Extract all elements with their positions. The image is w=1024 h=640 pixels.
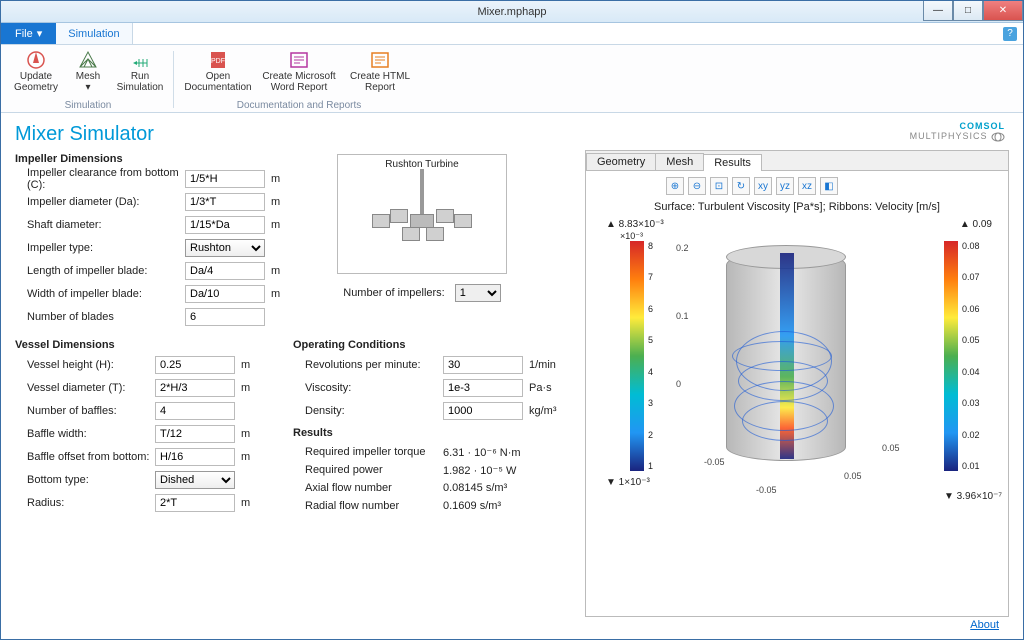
ribbon-group-simulation: Update Geometry Mesh▾ Run Simulation Sim… [7, 47, 169, 112]
svg-text:PDF: PDF [211, 58, 225, 65]
result-tabs: Geometry Mesh Results [586, 151, 1008, 171]
parameters-panel: Impeller Dimensions Impeller clearance f… [15, 150, 575, 617]
word-icon [288, 49, 310, 71]
camera-icon[interactable]: ◧ [820, 177, 838, 195]
zoom-in-icon[interactable]: ⊕ [666, 177, 684, 195]
titlebar: Mixer.mphapp — □ ✕ [1, 1, 1023, 23]
app-window: Mixer.mphapp — □ ✕ File ▾ Simulation ? U… [0, 0, 1024, 640]
impeller-diameter-input[interactable] [185, 193, 265, 211]
pdf-icon: PDF [207, 49, 229, 71]
bottom-type-select[interactable]: Dished [155, 471, 235, 489]
blade-length-input[interactable] [185, 262, 265, 280]
compass-icon [25, 49, 47, 71]
vessel-height-input[interactable] [155, 356, 235, 374]
baffle-offset-input[interactable] [155, 448, 235, 466]
impeller-heading: Impeller Dimensions [15, 153, 315, 165]
ribbon: Update Geometry Mesh▾ Run Simulation Sim… [1, 45, 1023, 113]
colorbar-velocity: 0.080.070.060.050.040.030.020.01 [944, 241, 958, 471]
file-menu[interactable]: File ▾ [1, 23, 56, 44]
baffle-width-input[interactable] [155, 425, 235, 443]
word-report-button[interactable]: Create Microsoft Word Report [256, 47, 342, 95]
plot-title: Surface: Turbulent Viscosity [Pa*s]; Rib… [586, 201, 1008, 213]
viscosity-input[interactable] [443, 379, 523, 397]
num-blades-input[interactable] [185, 308, 265, 326]
radial-value: 0.1609 s/m³ [443, 500, 501, 512]
view-xy-icon[interactable]: xy [754, 177, 772, 195]
vessel-diameter-input[interactable] [155, 379, 235, 397]
axial-value: 0.08145 s/m³ [443, 482, 507, 494]
minimize-button[interactable]: — [923, 1, 953, 21]
operating-heading: Operating Conditions [293, 339, 573, 351]
update-geometry-button[interactable]: Update Geometry [11, 47, 61, 95]
tab-geometry[interactable]: Geometry [586, 153, 656, 170]
maximize-button[interactable]: □ [953, 1, 983, 21]
vessel-heading: Vessel Dimensions [15, 339, 275, 351]
footer: About [15, 617, 1009, 633]
window-title: Mixer.mphapp [477, 6, 546, 18]
html-report-button[interactable]: Create HTML Report [344, 47, 416, 95]
run-icon [129, 49, 151, 71]
torque-value: 6.31 · 10⁻⁶ N·m [443, 446, 521, 459]
impeller-diagram: Rushton Turbine [337, 154, 507, 274]
view-xz-icon[interactable]: xz [798, 177, 816, 195]
density-input[interactable] [443, 402, 523, 420]
zoom-extents-icon[interactable]: ⊡ [710, 177, 728, 195]
window-controls: — □ ✕ [923, 1, 1023, 23]
shaft-diameter-input[interactable] [185, 216, 265, 234]
app-title: Mixer Simulator [15, 123, 1009, 146]
mesh-button[interactable]: Mesh▾ [63, 47, 113, 95]
tab-mesh[interactable]: Mesh [655, 153, 704, 170]
chevron-down-icon: ▾ [37, 27, 43, 40]
open-documentation-button[interactable]: PDF Open Documentation [182, 47, 254, 95]
tab-simulation[interactable]: Simulation [56, 23, 132, 44]
power-value: 1.982 · 10⁻⁵ W [443, 464, 516, 477]
run-simulation-button[interactable]: Run Simulation [115, 47, 165, 95]
mesh-icon [77, 49, 99, 71]
rotate-icon[interactable]: ↻ [732, 177, 750, 195]
num-impellers-select[interactable]: 1 [455, 284, 501, 302]
ribbon-group-documentation: PDF Open Documentation Create Microsoft … [178, 47, 420, 112]
visualization-panel: Geometry Mesh Results ⊕ ⊖ ⊡ ↻ xy yz xz ◧ [585, 150, 1009, 617]
turbine-icon [362, 169, 482, 259]
num-baffles-input[interactable] [155, 402, 235, 420]
zoom-out-icon[interactable]: ⊖ [688, 177, 706, 195]
close-button[interactable]: ✕ [983, 1, 1023, 21]
plot-3d[interactable]: ⊕ ⊖ ⊡ ↻ xy yz xz ◧ Surface: Turbulent Vi… [586, 171, 1008, 616]
menubar: File ▾ Simulation ? [1, 23, 1023, 45]
brand-logo: COMSOL MULTIPHYSICS [910, 121, 1005, 142]
plot-toolbar: ⊕ ⊖ ⊡ ↻ xy yz xz ◧ [666, 177, 838, 195]
about-link[interactable]: About [970, 619, 999, 631]
impeller-type-select[interactable]: Rushton [185, 239, 265, 257]
content: Mixer Simulator COMSOL MULTIPHYSICS Impe… [1, 113, 1023, 639]
rpm-input[interactable] [443, 356, 523, 374]
impeller-clearance-input[interactable] [185, 170, 265, 188]
help-button[interactable]: ? [1003, 27, 1017, 41]
html-icon [369, 49, 391, 71]
radius-input[interactable] [155, 494, 235, 512]
tab-results[interactable]: Results [703, 154, 762, 171]
results-heading: Results [293, 427, 573, 439]
vessel-3d-render [686, 231, 886, 491]
colorbar-viscosity: 87654321 [630, 241, 644, 471]
view-yz-icon[interactable]: yz [776, 177, 794, 195]
blade-width-input[interactable] [185, 285, 265, 303]
